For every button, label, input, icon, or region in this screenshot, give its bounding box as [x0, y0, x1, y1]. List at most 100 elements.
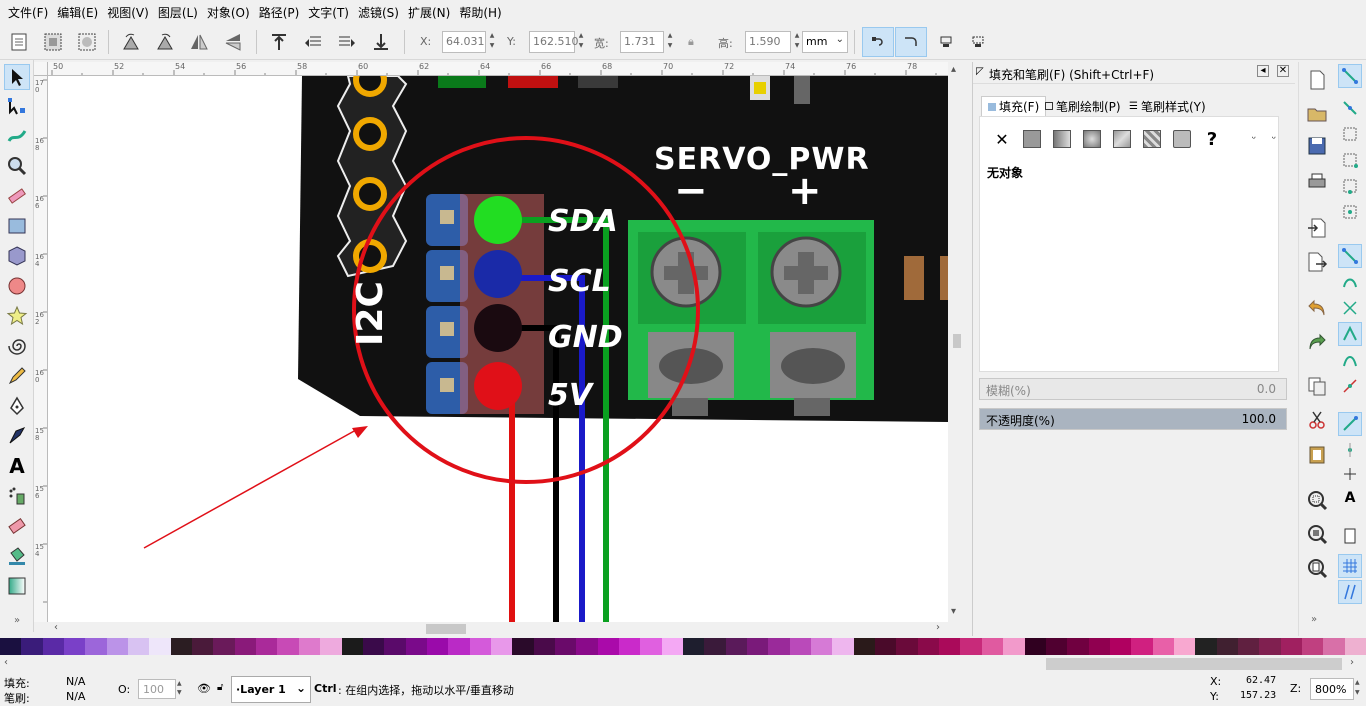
- palette-swatch[interactable]: [405, 638, 427, 655]
- menu-layer[interactable]: 图层(L): [156, 4, 205, 21]
- pen-tool-icon[interactable]: [4, 393, 30, 419]
- width-spinner[interactable]: ▲ ▼: [665, 31, 675, 53]
- palette-swatch[interactable]: [1237, 638, 1260, 655]
- measure-tool-icon[interactable]: [4, 183, 30, 209]
- save-icon[interactable]: [1303, 132, 1331, 160]
- palette-swatch[interactable]: [704, 638, 726, 655]
- palette-swatch[interactable]: [1109, 638, 1132, 655]
- tweak-tool-icon[interactable]: [4, 123, 30, 149]
- palette-swatch[interactable]: [1173, 638, 1196, 655]
- no-paint-icon[interactable]: ✕: [991, 128, 1013, 150]
- palette-swatch[interactable]: [1301, 638, 1324, 655]
- scroll-down-icon[interactable]: ▾: [951, 606, 956, 617]
- palette-swatch[interactable]: [213, 638, 235, 655]
- snap-object-midpoint-icon[interactable]: [1338, 438, 1362, 462]
- node-tool-icon[interactable]: [4, 94, 30, 120]
- zoom-drawing-icon[interactable]: [1303, 520, 1331, 548]
- star-tool-icon[interactable]: [4, 303, 30, 329]
- flip-vertical-icon[interactable]: [220, 29, 246, 55]
- swatch-icon[interactable]: [1171, 128, 1193, 150]
- palette-swatch[interactable]: [362, 638, 385, 655]
- palette-swatch[interactable]: [1195, 638, 1217, 655]
- zoom-selection-icon[interactable]: [1303, 486, 1331, 514]
- copy-icon[interactable]: [1303, 372, 1331, 400]
- palette-swatch[interactable]: [298, 638, 321, 655]
- zoom-spinner[interactable]: ▲ ▼: [1355, 678, 1364, 698]
- zoom-field[interactable]: 800%: [1310, 678, 1354, 700]
- selector-tool-icon[interactable]: [4, 64, 30, 90]
- palette-swatch[interactable]: [789, 638, 812, 655]
- menu-object[interactable]: 对象(O): [205, 4, 257, 21]
- snap-nodes-icon[interactable]: [1338, 244, 1362, 268]
- palette-swatch[interactable]: [554, 638, 577, 655]
- palette-swatch[interactable]: [170, 638, 193, 655]
- zoom-page-icon[interactable]: [1303, 554, 1331, 582]
- palette-swatch[interactable]: [490, 638, 513, 655]
- menu-filters[interactable]: 滤镜(S): [356, 4, 406, 21]
- palette-swatch[interactable]: [0, 638, 22, 655]
- export-icon[interactable]: [1303, 248, 1331, 276]
- toolbox-more-icon[interactable]: »: [4, 612, 30, 628]
- scroll-right-icon[interactable]: ›: [936, 622, 940, 633]
- vertical-ruler[interactable]: 170 168 166 164 162 160 158 156 154: [34, 76, 48, 622]
- gradient-tool-icon[interactable]: [4, 573, 30, 599]
- layer-lock-icon[interactable]: 🔓︎: [217, 682, 223, 693]
- tab-stroke-style[interactable]: ☰ 笔刷样式(Y): [1129, 96, 1206, 116]
- palette-swatch[interactable]: [1024, 638, 1046, 655]
- width-field[interactable]: 1.731: [620, 31, 664, 53]
- palette-swatch[interactable]: [533, 638, 555, 655]
- snap-text-baseline-icon[interactable]: A: [1338, 486, 1362, 510]
- flip-horizontal-icon[interactable]: [186, 29, 212, 55]
- snap-bbox-center-icon[interactable]: [1338, 200, 1362, 224]
- palette-swatch[interactable]: [661, 638, 683, 655]
- snap-bbox-corner-icon[interactable]: [1338, 148, 1362, 172]
- palette-swatch[interactable]: [21, 638, 43, 655]
- spiral-tool-icon[interactable]: [4, 333, 30, 359]
- deselect-icon[interactable]: [74, 29, 100, 55]
- opacity-slider[interactable]: 不透明度(%) 100.0: [979, 408, 1287, 430]
- unit-select[interactable]: mm ⌄: [802, 31, 848, 53]
- cut-icon[interactable]: [1303, 406, 1331, 434]
- palette-swatch[interactable]: [1323, 638, 1345, 655]
- scale-corners-toggle[interactable]: [895, 27, 927, 57]
- new-document-icon[interactable]: [1303, 66, 1331, 94]
- palette-scroll-right-icon[interactable]: ›: [1350, 657, 1354, 668]
- snap-smooth-icon[interactable]: [1338, 348, 1362, 372]
- palette-swatch[interactable]: [896, 638, 918, 655]
- snap-cusp-icon[interactable]: [1338, 322, 1362, 346]
- vertical-scrollbar[interactable]: ▴ ▾: [948, 62, 966, 622]
- height-field[interactable]: 1.590: [745, 31, 791, 53]
- scroll-thumb[interactable]: [953, 334, 961, 348]
- palette-swatch[interactable]: [1003, 638, 1025, 655]
- menu-path[interactable]: 路径(P): [257, 4, 307, 21]
- palette-swatch[interactable]: [42, 638, 65, 655]
- radial-gradient-icon[interactable]: [1081, 128, 1103, 150]
- print-icon[interactable]: [1303, 168, 1331, 196]
- scroll-left-icon[interactable]: ‹: [54, 622, 58, 633]
- snap-paths-icon[interactable]: [1338, 270, 1362, 294]
- stroke-indicator-value[interactable]: N/A: [66, 690, 85, 703]
- palette-scrollbar[interactable]: ‹ ›: [0, 655, 1366, 673]
- select-all-icon[interactable]: [6, 29, 32, 55]
- raise-icon[interactable]: [300, 29, 326, 55]
- lower-icon[interactable]: [334, 29, 360, 55]
- snap-intersection-icon[interactable]: [1338, 296, 1362, 320]
- palette-swatch[interactable]: [597, 638, 619, 655]
- blur-slider[interactable]: 模糊(%) 0.0: [979, 378, 1287, 400]
- palette-swatch[interactable]: [725, 638, 748, 655]
- x-spinner[interactable]: ▲ ▼: [487, 31, 497, 53]
- palette-scroll-left-icon[interactable]: ‹: [4, 657, 8, 668]
- palette-swatch[interactable]: [426, 638, 449, 655]
- dialog-iconify-icon[interactable]: ◂: [1257, 65, 1269, 77]
- calligraphy-tool-icon[interactable]: [4, 423, 30, 449]
- palette-swatch[interactable]: [384, 638, 406, 655]
- snap-toggle-icon[interactable]: [1338, 64, 1362, 88]
- linear-gradient-icon[interactable]: [1051, 128, 1073, 150]
- fill-indicator-value[interactable]: N/A: [66, 675, 85, 688]
- palette-swatch[interactable]: [1067, 638, 1089, 655]
- snap-bbox-edge-icon[interactable]: [1338, 122, 1362, 146]
- palette-swatch[interactable]: [149, 638, 171, 655]
- palette-swatch[interactable]: [469, 638, 491, 655]
- snap-others-icon[interactable]: [1338, 412, 1362, 436]
- menu-extensions[interactable]: 扩展(N): [406, 4, 457, 21]
